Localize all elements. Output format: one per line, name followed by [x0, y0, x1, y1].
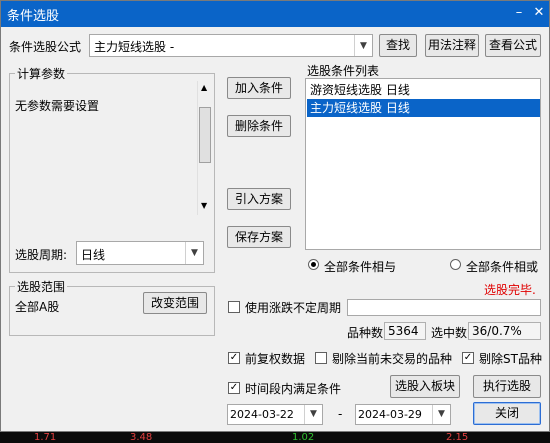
usage-notes-button[interactable]: 用法注释 — [425, 34, 479, 57]
all-and-label[interactable]: 全部条件相与 — [324, 258, 396, 275]
title-bar: 条件选股 – ✕ — [1, 1, 549, 27]
change-range-button[interactable]: 改变范围 — [143, 292, 207, 314]
delete-condition-button[interactable]: 删除条件 — [227, 115, 291, 137]
uncertain-period-label[interactable]: 使用涨跌不定周期 — [245, 299, 341, 316]
remove-st-checkbox[interactable]: ✓ — [462, 352, 474, 364]
list-item[interactable]: 游资短线选股 日线 — [307, 81, 540, 99]
period-satisfy-label[interactable]: 时间段内满足条件 — [245, 380, 341, 397]
period-select[interactable]: 日线 ▼ — [76, 241, 204, 265]
all-and-radio[interactable] — [308, 259, 319, 270]
minimize-icon[interactable]: – — [511, 3, 527, 23]
bg-value: 3.48 — [130, 432, 153, 443]
view-formula-button[interactable]: 查看公式 — [485, 34, 541, 57]
close-icon[interactable]: ✕ — [531, 3, 547, 23]
conditions-list[interactable]: 游资短线选股 日线 主力短线选股 日线 — [305, 78, 541, 250]
start-date-value: 2024-03-22 — [230, 408, 294, 421]
all-or-radio[interactable] — [450, 259, 461, 270]
find-button[interactable]: 查找 — [379, 34, 417, 57]
chevron-down-icon[interactable]: ▼ — [354, 35, 372, 56]
status-text: 选股完毕. — [484, 283, 536, 297]
chevron-down-icon[interactable]: ▼ — [304, 405, 322, 424]
uncertain-period-input[interactable] — [347, 299, 541, 316]
variety-value: 5364 — [384, 322, 426, 340]
start-date-picker[interactable]: 2024-03-22 ▼ — [227, 404, 323, 425]
period-satisfy-checkbox[interactable]: ✓ — [228, 382, 240, 394]
params-text: 无参数需要设置 — [15, 99, 100, 113]
window-title: 条件选股 — [7, 9, 60, 24]
chevron-down-icon[interactable]: ▼ — [432, 405, 450, 424]
save-scheme-button[interactable]: 保存方案 — [227, 226, 291, 248]
formula-label: 条件选股公式 — [9, 40, 82, 54]
period-label: 选股周期: — [15, 248, 68, 262]
remove-untraded-label[interactable]: 剔除当前未交易的品种 — [332, 350, 452, 367]
conditions-label: 选股条件列表 — [307, 64, 380, 78]
bg-value: 1.02 — [292, 432, 315, 443]
scroll-down-icon[interactable]: ▼ — [201, 201, 207, 210]
variety-label: 品种数 — [347, 326, 384, 340]
chevron-down-icon[interactable]: ▼ — [185, 242, 203, 264]
end-date-value: 2024-03-29 — [358, 408, 422, 421]
params-group-label: 计算参数 — [15, 65, 68, 82]
execute-button[interactable]: 执行选股 — [473, 375, 541, 398]
pre-adjust-checkbox[interactable]: ✓ — [228, 352, 240, 364]
bg-value: 1.71 — [34, 432, 57, 443]
scroll-thumb[interactable] — [199, 107, 211, 163]
list-item[interactable]: 主力短线选股 日线 — [307, 99, 540, 117]
uncertain-period-checkbox[interactable] — [228, 301, 240, 313]
condition-select-dialog: 条件选股 – ✕ 条件选股公式 主力短线选股 - ▼ 查找 用法注释 查看公式 … — [0, 0, 550, 432]
close-button[interactable]: 关闭 — [473, 402, 541, 425]
hit-label: 选中数 — [431, 326, 468, 340]
pre-adjust-label[interactable]: 前复权数据 — [245, 350, 305, 367]
range-group-label: 选股范围 — [15, 278, 68, 295]
import-scheme-button[interactable]: 引入方案 — [227, 188, 291, 210]
scroll-up-icon[interactable]: ▲ — [201, 83, 207, 92]
date-separator: - — [338, 407, 343, 421]
period-value: 日线 — [81, 248, 106, 262]
hit-value: 36/0.7% — [468, 322, 541, 340]
add-condition-button[interactable]: 加入条件 — [227, 77, 291, 99]
all-or-label[interactable]: 全部条件相或 — [466, 258, 538, 275]
formula-value: 主力短线选股 - — [94, 40, 175, 54]
remove-st-label[interactable]: 剔除ST品种 — [479, 350, 542, 367]
range-value: 全部A股 — [15, 300, 60, 314]
remove-untraded-checkbox[interactable] — [315, 352, 327, 364]
end-date-picker[interactable]: 2024-03-29 ▼ — [355, 404, 451, 425]
bg-value: 2.15 — [446, 432, 469, 443]
formula-combobox[interactable]: 主力短线选股 - ▼ — [89, 34, 373, 57]
to-block-button[interactable]: 选股入板块 — [390, 375, 460, 398]
params-scrollbar[interactable]: ▲ ▼ — [197, 81, 212, 215]
